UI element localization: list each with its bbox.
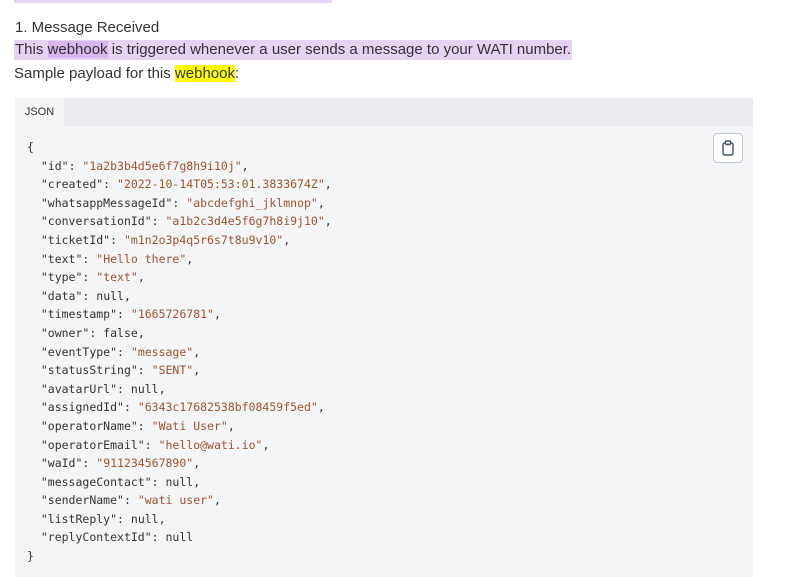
code-line: "operatorEmail": "hello@wati.io", bbox=[40, 437, 270, 452]
copy-button[interactable] bbox=[713, 133, 743, 163]
code-key: "avatarUrl" bbox=[40, 381, 118, 396]
code-line: "conversationId": "a1b2c3d4e5f6g7h8i9j10… bbox=[40, 214, 332, 229]
code-key: "conversationId" bbox=[40, 214, 152, 229]
code-block: JSON { "id": "1a2b3b4d5e6f7g8h9i10j", "c… bbox=[15, 98, 753, 577]
code-value: "text" bbox=[96, 270, 138, 285]
code-key: "operatorName" bbox=[40, 418, 138, 433]
highlight-strip bbox=[14, 0, 332, 3]
code-tab-bar: JSON bbox=[15, 98, 753, 126]
code-key: "assignedId" bbox=[40, 400, 124, 415]
code-value: "message" bbox=[130, 344, 194, 359]
section-heading: 1. Message Received bbox=[15, 19, 160, 36]
code-key: "messageContact" bbox=[40, 474, 152, 489]
code-value: "abcdefghi_jklmnop" bbox=[186, 195, 318, 210]
code-line: "eventType": "message", bbox=[40, 344, 201, 359]
code-value: "2022-10-14T05:53:01.3833674Z" bbox=[117, 177, 325, 192]
code-key: "operatorEmail" bbox=[40, 437, 145, 452]
sample-highlight-word: webhook bbox=[174, 65, 235, 82]
json-code: { "id": "1a2b3b4d5e6f7g8h9i10j", "create… bbox=[27, 138, 332, 566]
sample-paragraph: Sample payload for this webhook: bbox=[14, 64, 239, 84]
code-line: "messageContact": null, bbox=[40, 474, 201, 489]
code-key: "data" bbox=[40, 288, 83, 303]
code-line: "text": "Hello there", bbox=[40, 251, 194, 266]
code-key: "whatsappMessageId" bbox=[40, 195, 173, 210]
code-key: "waId" bbox=[40, 456, 83, 471]
code-value: false bbox=[103, 325, 138, 340]
code-key: "id" bbox=[40, 158, 69, 173]
code-value: "Wati User" bbox=[151, 418, 228, 433]
code-key: "statusString" bbox=[40, 363, 138, 378]
code-value: null bbox=[130, 511, 159, 526]
code-line: "listReply": null, bbox=[40, 511, 166, 526]
code-value: "1665726781" bbox=[130, 307, 214, 322]
code-line: "operatorName": "Wati User", bbox=[40, 418, 235, 433]
code-value: "911234567890" bbox=[96, 456, 194, 471]
code-key: "type" bbox=[40, 270, 83, 285]
code-line: "waId": "911234567890", bbox=[40, 456, 201, 471]
code-key: "timestamp" bbox=[40, 307, 118, 322]
code-line: "id": "1a2b3b4d5e6f7g8h9i10j", bbox=[40, 158, 249, 173]
code-line: "assignedId": "6343c17682538bf08459f5ed"… bbox=[40, 400, 325, 415]
intro-highlight-word: webhook bbox=[47, 41, 108, 58]
code-value: "6343c17682538bf08459f5ed" bbox=[137, 400, 318, 415]
code-key: "senderName" bbox=[40, 493, 124, 508]
code-line: "type": "text", bbox=[40, 270, 145, 285]
code-key: "replyContextId" bbox=[40, 530, 152, 545]
code-line: "senderName": "wati user", bbox=[40, 493, 221, 508]
intro-text-after: is triggered whenever a user sends a mes… bbox=[107, 41, 572, 58]
code-line: "owner": false, bbox=[40, 325, 145, 340]
code-line: "statusString": "SENT", bbox=[40, 363, 201, 378]
code-value: "1a2b3b4d5e6f7g8h9i10j" bbox=[82, 158, 242, 173]
code-key: "text" bbox=[40, 251, 83, 266]
intro-text-before: This bbox=[15, 41, 48, 58]
code-value: null bbox=[165, 530, 194, 545]
clipboard-icon bbox=[722, 140, 734, 156]
code-key: "eventType" bbox=[40, 344, 118, 359]
code-key: "ticketId" bbox=[40, 232, 111, 247]
code-value: "wati user" bbox=[137, 493, 214, 508]
code-key: "listReply" bbox=[40, 511, 118, 526]
code-key: "created" bbox=[40, 177, 104, 192]
code-line: "ticketId": "m1n2o3p4q5r6s7t8u9v10", bbox=[40, 232, 291, 247]
code-value: "Hello there" bbox=[96, 251, 187, 266]
intro-paragraph: This webhook is triggered whenever a use… bbox=[14, 40, 573, 60]
code-line: "created": "2022-10-14T05:53:01.3833674Z… bbox=[40, 177, 332, 192]
code-value: "SENT" bbox=[151, 363, 194, 378]
code-open-brace: { bbox=[27, 140, 34, 154]
code-line: "avatarUrl": null, bbox=[40, 381, 166, 396]
code-value: null bbox=[130, 381, 159, 396]
code-line: "data": null, bbox=[40, 288, 131, 303]
code-line: "replyContextId": null bbox=[40, 530, 194, 545]
code-value: null bbox=[96, 288, 124, 303]
code-line: "whatsappMessageId": "abcdefghi_jklmnop"… bbox=[40, 195, 325, 210]
code-value: "m1n2o3p4q5r6s7t8u9v10" bbox=[123, 232, 284, 247]
sample-text-before: Sample payload for this bbox=[14, 65, 175, 82]
code-key: "owner" bbox=[40, 325, 90, 340]
code-value: "hello@wati.io" bbox=[158, 437, 263, 452]
code-close-brace: } bbox=[27, 549, 34, 564]
code-value: null bbox=[165, 474, 194, 489]
tab-json[interactable]: JSON bbox=[15, 98, 64, 126]
code-line: "timestamp": "1665726781", bbox=[40, 307, 221, 322]
sample-text-after: : bbox=[234, 65, 240, 82]
code-value: "a1b2c3d4e5f6g7h8i9j10" bbox=[165, 214, 325, 229]
